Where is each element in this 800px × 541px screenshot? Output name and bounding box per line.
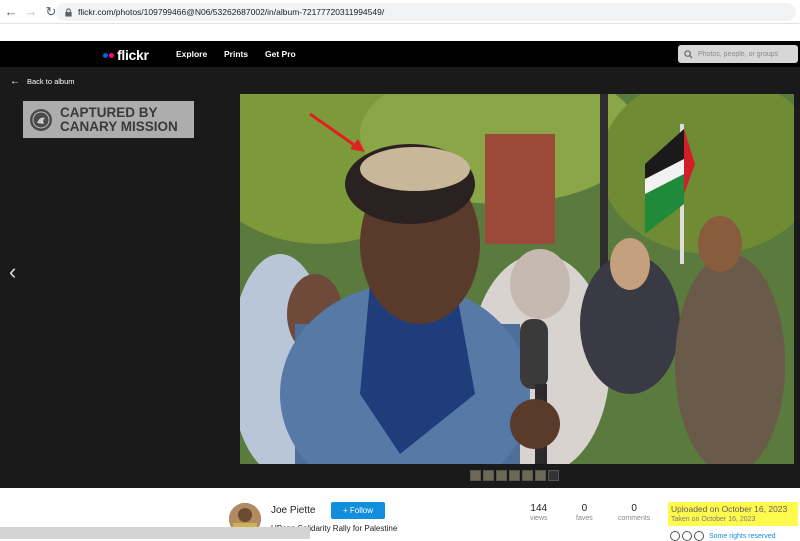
comments-label: comments <box>618 515 651 522</box>
search-icon <box>684 49 693 59</box>
thumbnail[interactable] <box>548 470 559 481</box>
url-text: flickr.com/photos/109799466@N06/53262687… <box>78 7 385 17</box>
thumbnail[interactable] <box>522 470 533 481</box>
rally-photo-image <box>240 94 794 464</box>
logo-pink-dot-icon <box>109 52 114 58</box>
watermark-line-2: CANARY MISSION <box>60 118 178 134</box>
search-placeholder: Photos, people, or groups <box>698 50 779 58</box>
nav-explore[interactable]: Explore <box>176 49 207 59</box>
rights-link[interactable]: Some rights reserved <box>709 533 776 540</box>
main-photo <box>240 94 794 464</box>
back-arrow-icon[interactable]: ← <box>2 3 20 21</box>
stat-views: 144 views <box>530 503 548 522</box>
thumbnail[interactable] <box>509 470 520 481</box>
faves-label: faves <box>576 515 593 522</box>
nav-get-pro[interactable]: Get Pro <box>265 49 296 59</box>
back-to-album-link[interactable]: ← Back to album <box>10 76 75 87</box>
follow-button[interactable]: + Follow <box>331 502 385 519</box>
thumbnail[interactable] <box>483 470 494 481</box>
views-count: 144 <box>530 503 548 514</box>
lock-icon <box>65 7 72 17</box>
faves-count: 0 <box>581 503 588 514</box>
comments-count: 0 <box>631 503 637 514</box>
thumbnail-strip <box>470 470 559 481</box>
flickr-logo[interactable]: flickr <box>103 47 149 63</box>
uploaded-date: Uploaded on October 16, 2023 <box>671 504 788 514</box>
flickr-navbar: flickr Explore Prints Get Pro Photos, pe… <box>0 41 800 67</box>
bottom-overlay-bar <box>0 527 310 539</box>
logo-text: flickr <box>117 47 149 63</box>
date-highlight: Uploaded on October 16, 2023 Taken on Oc… <box>668 502 798 526</box>
logo-blue-dot-icon <box>103 52 108 58</box>
browser-toolbar: ← → ↻ flickr.com/photos/109799466@N06/53… <box>0 0 800 24</box>
owner-name[interactable]: Joe Piette <box>271 505 315 516</box>
cc-sa-icon <box>694 531 704 541</box>
forward-arrow-icon[interactable]: → <box>22 3 40 21</box>
search-input[interactable]: Photos, people, or groups <box>678 45 798 63</box>
back-to-album-label: Back to album <box>27 77 75 86</box>
stat-comments: 0 comments <box>618 503 650 522</box>
photo-viewer: ← Back to album CAPTURED BY CANARY MISSI… <box>0 67 800 488</box>
watermark-overlay: CAPTURED BY CANARY MISSION <box>23 101 194 138</box>
thumbnail[interactable] <box>535 470 546 481</box>
views-label: views <box>530 515 548 522</box>
stat-faves: 0 faves <box>576 503 593 522</box>
previous-photo-chevron-icon[interactable]: ‹ <box>9 259 16 285</box>
cc-by-icon <box>670 531 680 541</box>
thumbnail[interactable] <box>470 470 481 481</box>
page-gap <box>0 24 800 41</box>
left-arrow-icon: ← <box>10 76 20 87</box>
thumbnail[interactable] <box>496 470 507 481</box>
cc-nc-icon <box>682 531 692 541</box>
address-bar[interactable]: flickr.com/photos/109799466@N06/53262687… <box>56 3 796 21</box>
nav-prints[interactable]: Prints <box>224 49 248 59</box>
taken-date[interactable]: Taken on October 16, 2023 <box>671 516 755 523</box>
canary-seal-icon <box>30 108 52 131</box>
license-info[interactable]: Some rights reserved <box>670 531 776 541</box>
watermark-line-1: CAPTURED BY <box>60 104 158 120</box>
